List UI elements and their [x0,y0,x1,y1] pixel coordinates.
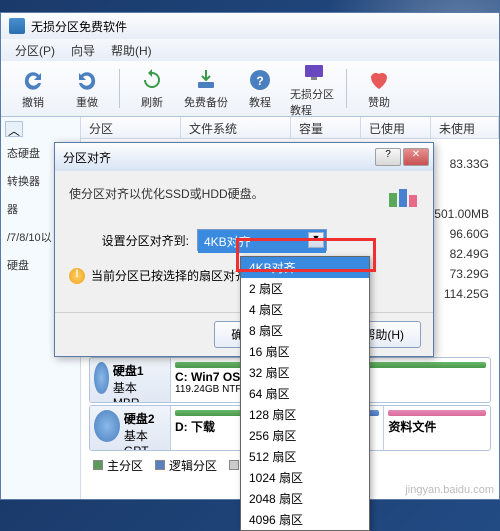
menubar: 分区(P) 向导 帮助(H) [1,39,499,61]
dropdown-item[interactable]: 128 扇区 [241,404,369,425]
menu-partition[interactable]: 分区(P) [7,39,63,61]
dropdown-item[interactable]: 2048 扇区 [241,488,369,509]
svg-text:?: ? [256,74,263,88]
partition-icon [387,185,419,213]
redo-button[interactable]: 重做 [63,65,111,112]
align-combobox[interactable]: 4KB对齐 ▼ [197,229,327,251]
dropdown-item[interactable]: 4KB对齐 [241,257,369,278]
dropdown-item[interactable]: 1024 扇区 [241,467,369,488]
align-label: 设置分区对齐到: [69,232,189,249]
menu-help[interactable]: 帮助(H) [103,39,160,61]
refresh-button[interactable]: 刷新 [128,65,176,112]
col-used[interactable]: 已使用 [361,117,431,138]
dialog-titlebar[interactable]: 分区对齐 ? ✕ [55,143,433,171]
backup-icon [194,68,218,92]
dialog-text: 使分区对齐以优化SSD或HDD硬盘。 [69,185,419,202]
col-filesystem[interactable]: 文件系统 [181,117,291,138]
tutorial-icon [302,60,326,84]
refresh-icon [140,68,164,92]
dialog-title: 分区对齐 [63,149,111,166]
col-partition[interactable]: 分区 [81,117,181,138]
lossless-tutorial-button[interactable]: 无损分区教程 [290,65,338,112]
dropdown-item[interactable]: 256 扇区 [241,425,369,446]
undo-button[interactable]: 撤销 [9,65,57,112]
donate-icon [367,68,391,92]
column-headers: 分区 文件系统 容量 已使用 未使用 [81,117,499,139]
help-icon: ? [248,68,272,92]
dropdown-item[interactable]: 4 扇区 [241,299,369,320]
undo-icon [21,68,45,92]
dropdown-item[interactable]: 4096 扇区 [241,509,369,530]
dropdown-item[interactable]: 2 扇区 [241,278,369,299]
col-capacity[interactable]: 容量 [291,117,361,138]
scroll-up-icon[interactable]: ︿ [5,121,23,137]
disk-icon [94,362,109,394]
dropdown-item[interactable]: 32 扇区 [241,362,369,383]
align-dropdown: 4KB对齐 2 扇区 4 扇区 8 扇区 16 扇区 32 扇区 64 扇区 1… [240,256,370,531]
dropdown-item[interactable]: 64 扇区 [241,383,369,404]
help-button[interactable]: ? [375,148,401,166]
redo-icon [75,68,99,92]
close-button[interactable]: ✕ [403,148,429,166]
col-unused[interactable]: 未使用 [431,117,499,138]
warning-icon: ! [69,268,85,284]
backup-button[interactable]: 免费备份 [182,65,230,112]
donate-button[interactable]: 赞助 [355,65,403,112]
watermark: jingyan.baidu.com [405,484,494,496]
titlebar: 无损分区免费软件 [1,13,499,39]
dropdown-item[interactable]: 16 扇区 [241,341,369,362]
chevron-down-icon: ▼ [308,232,324,248]
window-title: 无损分区免费软件 [31,18,127,35]
menu-wizard[interactable]: 向导 [63,39,103,61]
toolbar: 撤销 重做 刷新 免费备份 ?教程 无损分区教程 赞助 [1,61,499,117]
app-icon [9,18,25,34]
dropdown-item[interactable]: 512 扇区 [241,446,369,467]
disk-icon [94,410,120,442]
tutorial-button[interactable]: ?教程 [236,65,284,112]
dropdown-item[interactable]: 8 扇区 [241,320,369,341]
